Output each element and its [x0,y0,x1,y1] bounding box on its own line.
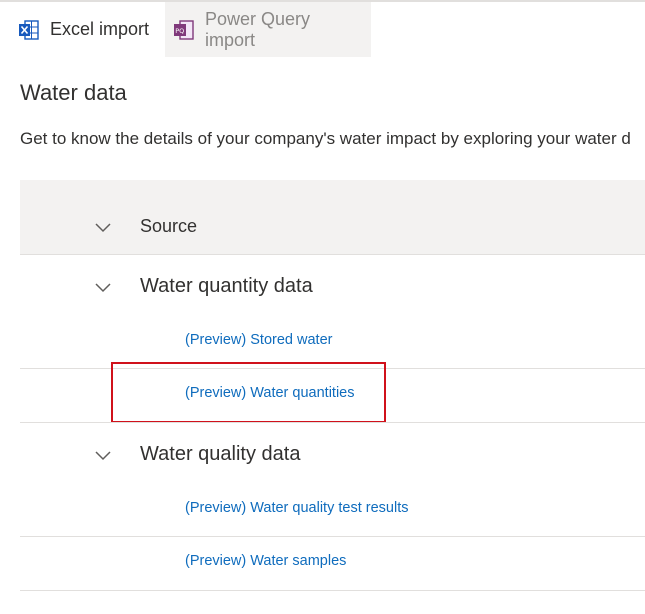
chevron-down-icon[interactable] [93,445,113,465]
group-header-water-quality[interactable]: Water quality data [140,443,300,466]
tab-excel-import-label: Excel import [50,19,150,39]
power-query-icon: PQ [173,19,195,41]
link-water-quality-test-results[interactable]: (Preview) Water quality test results [185,500,408,516]
page-description: Get to know the details of your company'… [20,129,631,148]
tab-excel-import[interactable]: Excel import [0,2,165,57]
tab-bar: Excel import PQ Power Query import [0,2,371,57]
group-header-water-quantity[interactable]: Water quantity data [140,275,313,298]
row-divider [20,422,645,423]
chevron-down-icon[interactable] [93,277,113,297]
link-water-samples[interactable]: (Preview) Water samples [185,553,346,569]
row-divider [20,590,645,591]
tab-power-query-import[interactable]: PQ Power Query import [165,2,371,57]
highlight-box [111,362,386,423]
source-column-header[interactable]: Source [140,216,197,237]
link-stored-water[interactable]: (Preview) Stored water [185,332,332,348]
excel-icon [18,19,40,41]
page-title: Water data [20,80,127,105]
row-divider [20,536,645,537]
svg-text:PQ: PQ [175,27,184,35]
table-header [20,180,645,255]
tab-power-query-import-label: Power Query import [205,8,311,50]
chevron-down-icon[interactable] [93,217,113,237]
